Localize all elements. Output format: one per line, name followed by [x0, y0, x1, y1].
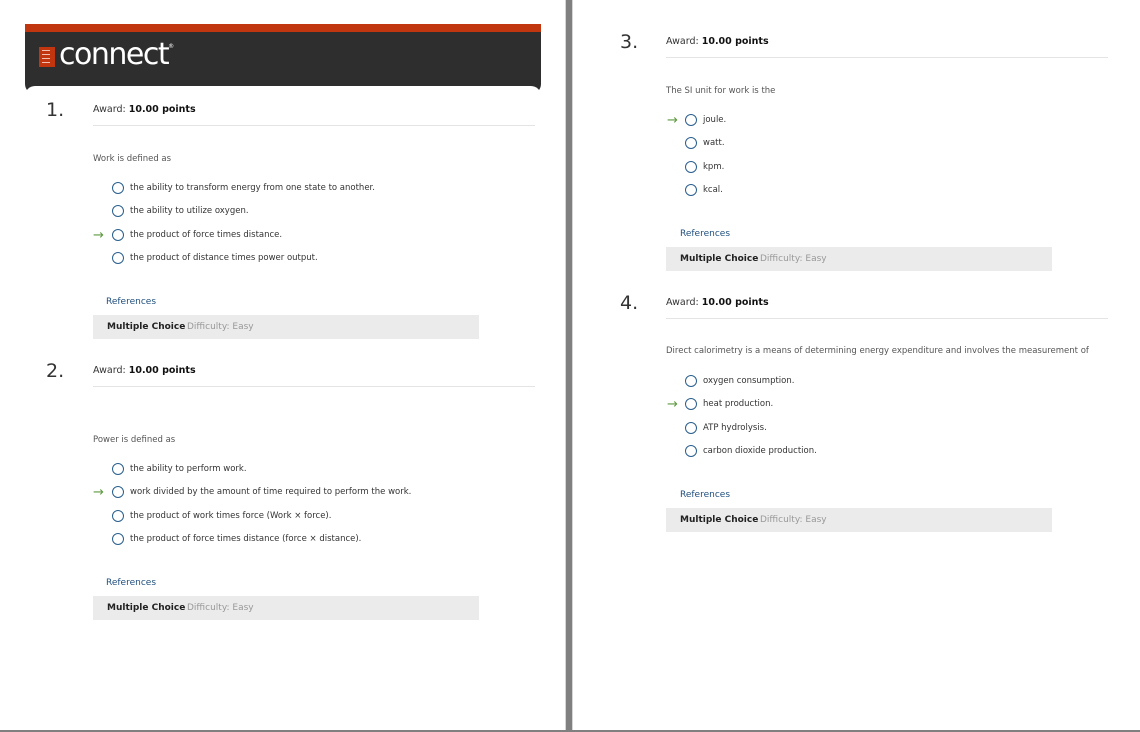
question-stem: Work is defined as: [93, 154, 172, 164]
header-accent-bar: [25, 24, 541, 32]
radio-icon[interactable]: [685, 161, 697, 173]
divider: [666, 318, 1108, 319]
references-link[interactable]: References: [106, 578, 156, 588]
references-link[interactable]: References: [680, 229, 730, 239]
award-points: Award: 10.00 points: [93, 104, 196, 115]
question-type: Multiple Choice: [107, 322, 186, 332]
question-type: Multiple Choice: [680, 515, 759, 525]
radio-icon[interactable]: [685, 398, 697, 410]
question-meta: Multiple Choice Difficulty: Easy: [666, 247, 1052, 271]
question-type: Multiple Choice: [107, 603, 186, 613]
right-page: 3. Award: 10.00 points The SI unit for w…: [572, 0, 1140, 730]
radio-icon[interactable]: [112, 463, 124, 475]
publisher-logo-icon: [39, 47, 55, 67]
question-stem: Direct calorimetry is a means of determi…: [666, 346, 1089, 356]
correct-answer-arrow-icon: →: [667, 397, 678, 412]
correct-answer-arrow-icon: →: [667, 113, 678, 128]
award-points: Award: 10.00 points: [666, 36, 769, 47]
question-number: 1.: [46, 99, 65, 121]
radio-icon[interactable]: [112, 182, 124, 194]
radio-icon[interactable]: [112, 205, 124, 217]
divider: [666, 57, 1108, 58]
question-stem: Power is defined as: [93, 435, 176, 445]
question-number: 2.: [46, 360, 65, 382]
references-link[interactable]: References: [680, 490, 730, 500]
radio-icon[interactable]: [685, 184, 697, 196]
difficulty: Difficulty: Easy: [760, 515, 827, 525]
correct-answer-arrow-icon: →: [93, 228, 104, 243]
difficulty: Difficulty: Easy: [760, 254, 827, 264]
divider: [93, 125, 535, 126]
question-number: 3.: [620, 31, 639, 53]
references-link[interactable]: References: [106, 297, 156, 307]
question-meta: Multiple Choice Difficulty: Easy: [93, 315, 479, 339]
question-meta: Multiple Choice Difficulty: Easy: [93, 596, 479, 620]
question-stem: The SI unit for work is the: [666, 86, 776, 96]
difficulty: Difficulty: Easy: [187, 603, 254, 613]
radio-icon[interactable]: [112, 510, 124, 522]
radio-icon[interactable]: [112, 486, 124, 498]
award-points: Award: 10.00 points: [666, 297, 769, 308]
radio-icon[interactable]: [112, 533, 124, 545]
radio-icon[interactable]: [685, 114, 697, 126]
radio-icon[interactable]: [685, 375, 697, 387]
radio-icon[interactable]: [112, 229, 124, 241]
radio-icon[interactable]: [685, 422, 697, 434]
connect-header: connect®: [25, 32, 541, 94]
left-page: connect® 1. Award: 10.00 points Work is …: [0, 0, 566, 730]
difficulty: Difficulty: Easy: [187, 322, 254, 332]
divider: [93, 386, 535, 387]
radio-icon[interactable]: [685, 137, 697, 149]
radio-icon[interactable]: [685, 445, 697, 457]
question-number: 4.: [620, 292, 639, 314]
correct-answer-arrow-icon: →: [93, 485, 104, 500]
connect-logo: connect®: [59, 37, 174, 72]
question-meta: Multiple Choice Difficulty: Easy: [666, 508, 1052, 532]
question-type: Multiple Choice: [680, 254, 759, 264]
award-points: Award: 10.00 points: [93, 365, 196, 376]
radio-icon[interactable]: [112, 252, 124, 264]
